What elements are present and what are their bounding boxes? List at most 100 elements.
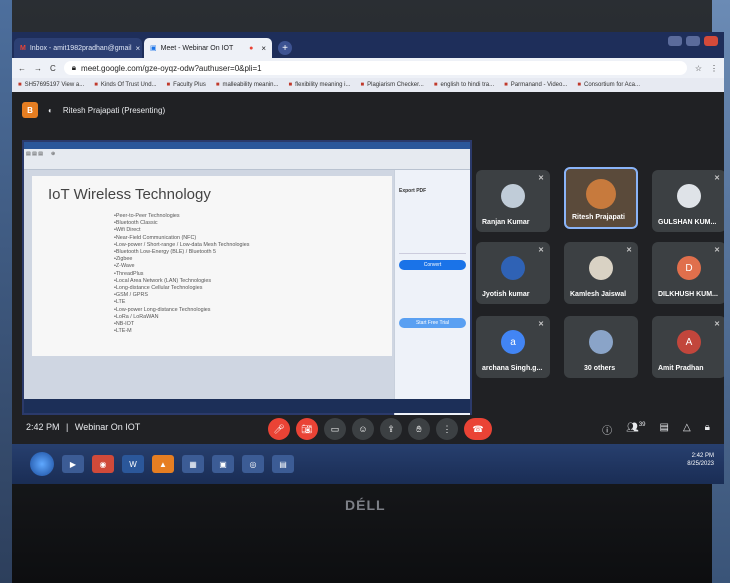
dell-logo: DÉLL <box>345 497 386 513</box>
participant-name: Jyotish kumar <box>482 291 530 298</box>
close-tab-icon[interactable]: × <box>136 44 141 53</box>
emoji-button[interactable]: ☺ <box>352 418 374 440</box>
presenting-icon: ◐ <box>48 105 53 115</box>
participant-tile[interactable]: ✕ Jyotish kumar <box>476 242 550 304</box>
bullet: •LTE-M <box>114 328 132 335</box>
clock-date: 8/25/2023 <box>687 461 714 467</box>
participant-name: Ranjan Kumar <box>482 219 530 226</box>
screen: M Inbox - amit1982pradhan@gmail × ▣ Meet… <box>12 32 724 484</box>
participant-tile[interactable]: ✕ D DILKHUSH KUM... <box>652 242 724 304</box>
captions-button[interactable]: ▭ <box>324 418 346 440</box>
participant-tile[interactable]: ✕ Ranjan Kumar <box>476 170 550 232</box>
bookmark-item[interactable]: Parmanand - Video... <box>504 82 568 88</box>
bullet: •Peer-to-Peer Technologies <box>114 213 180 219</box>
others-tile[interactable]: 30 others <box>564 316 638 378</box>
back-icon[interactable]: ← <box>18 64 26 73</box>
bookmark-item[interactable]: Consortium for Aca... <box>577 82 640 88</box>
lock-icon: 🔒︎ <box>71 63 77 72</box>
meet-icon: ▣ <box>150 45 157 52</box>
word-icon[interactable]: W <box>122 455 144 473</box>
new-tab-button[interactable]: + <box>278 41 292 55</box>
explorer-icon[interactable]: ▦ <box>182 455 204 473</box>
tab-inbox[interactable]: M Inbox - amit1982pradhan@gmail × <box>14 38 142 58</box>
tab-label: Meet - Webinar On IOT <box>160 44 234 52</box>
close-tab-icon[interactable]: × <box>261 44 266 53</box>
convert-button[interactable]: Convert <box>399 260 466 270</box>
bullet: •ThreadPlus <box>114 270 144 277</box>
menu-icon[interactable]: ⋮ <box>710 64 718 73</box>
present-button[interactable]: ⇪ <box>380 418 402 440</box>
app-icon[interactable]: ▣ <box>212 455 234 473</box>
meeting-time: 2:42 PM <box>26 422 60 432</box>
minimize-button[interactable] <box>668 36 682 46</box>
more-options-button[interactable]: ⋮ <box>436 418 458 440</box>
activities-icon[interactable]: △ <box>683 422 691 437</box>
participant-name: archana Singh.g... <box>482 365 543 372</box>
people-icon[interactable]: 👥︎39 <box>626 422 645 437</box>
info-icon[interactable]: ⓘ <box>602 422 612 437</box>
bullet: •Low-power / Short-range / Low-data Mesh… <box>114 241 250 248</box>
start-trial-button[interactable]: Start Free Trial <box>399 318 466 328</box>
windows-taskbar: ▶ ◉ W ▲ ▦ ▣ ◎ ▤ 2:42 PM 8/25/2023 <box>12 444 724 484</box>
avatar <box>501 256 525 280</box>
mic-off-icon: ✕ <box>538 175 544 182</box>
right-controls: ⓘ 👥︎39 ▤ △ 🔒︎ <box>602 422 710 437</box>
gmail-icon: M <box>20 44 26 52</box>
chat-icon[interactable]: ▤ <box>660 422 669 437</box>
participant-tile[interactable]: ✕ GULSHAN KUM... <box>652 170 724 232</box>
recording-dot-icon: ● <box>249 44 254 52</box>
others-count: 30 others <box>584 365 616 372</box>
participant-name: GULSHAN KUM... <box>658 219 717 226</box>
bookmark-item[interactable]: SH57695197 View a... <box>18 82 85 88</box>
people-count: 39 <box>638 422 646 428</box>
meeting-logo: B <box>22 102 38 118</box>
bookmark-item[interactable]: Faculty Plus <box>167 82 206 88</box>
url-text: meet.google.com/gze-oyqz-odw?authuser=0&… <box>81 63 262 73</box>
mic-toggle-button[interactable]: 🎤︎ <box>268 418 290 440</box>
end-call-button[interactable]: ☎︎ <box>464 418 492 440</box>
bullet: •Bluetooth Classic <box>114 220 158 227</box>
host-controls-icon[interactable]: 🔒︎ <box>705 422 710 437</box>
slide-title: IoT Wireless Technology <box>48 186 211 203</box>
bookmark-item[interactable]: Plagiarism Checker... <box>361 82 424 88</box>
app-icon[interactable]: ◎ <box>242 455 264 473</box>
participant-tile[interactable]: ✕ Kamlesh Jaiswal <box>564 242 638 304</box>
camera-toggle-button[interactable]: 📷︎ <box>296 418 318 440</box>
mic-off-icon: ✕ <box>538 247 544 254</box>
participant-tile-active[interactable]: Ritesh Prajapati <box>564 167 638 229</box>
close-window-button[interactable] <box>704 36 718 46</box>
address-bar: ← → C 🔒︎ meet.google.com/gze-oyqz-odw?au… <box>12 58 724 78</box>
participant-tile[interactable]: ✕ a archana Singh.g... <box>476 316 550 378</box>
bullet: •Bluetooth Low-Energy (BLE) / Bluetooth … <box>114 249 216 256</box>
vlc-icon[interactable]: ▲ <box>152 455 174 473</box>
tab-bar: M Inbox - amit1982pradhan@gmail × ▣ Meet… <box>12 32 724 58</box>
maximize-button[interactable] <box>686 36 700 46</box>
slide: IoT Wireless Technology •Peer-to-Peer Te… <box>32 176 392 356</box>
presenter-label: Ritesh Prajapati (Presenting) <box>62 105 166 115</box>
bullet: •GSM / GPRS <box>114 292 148 299</box>
bookmark-item[interactable]: english to hindi tra... <box>434 82 494 88</box>
tab-meet[interactable]: ▣ Meet - Webinar On IOT ● × <box>144 38 272 58</box>
meeting-name: Webinar On IOT <box>74 422 141 432</box>
bullet: •Long-distance Cellular Technologies <box>114 285 203 292</box>
ppt-tab: ▤ ▤ ▤ <box>26 151 43 157</box>
start-button[interactable] <box>30 452 54 476</box>
url-field[interactable]: 🔒︎ meet.google.com/gze-oyqz-odw?authuser… <box>63 61 687 75</box>
bookmark-item[interactable]: malleability meanin... <box>216 82 278 88</box>
raise-hand-button[interactable]: ✋︎ <box>408 418 430 440</box>
avatar-initial: D <box>677 256 701 280</box>
system-clock[interactable]: 2:42 PM 8/25/2023 <box>687 452 714 468</box>
media-player-icon[interactable]: ▶ <box>62 455 84 473</box>
bookmark-item[interactable]: Kinds Of Trust Und... <box>94 82 157 88</box>
reload-icon[interactable]: C <box>50 64 56 73</box>
participant-tile[interactable]: ✕ A Amit Pradhan <box>652 316 724 378</box>
star-icon[interactable]: ☆ <box>695 64 702 73</box>
bookmark-item[interactable]: flexibility meaning i... <box>289 82 350 88</box>
avatar-initial: a <box>501 330 525 354</box>
shared-screen[interactable]: ▤ ▤ ▤ ⊕ IoT Wireless Technology •Peer-to-… <box>22 140 472 415</box>
chrome-icon[interactable]: ◉ <box>92 455 114 473</box>
bullet: •Wifi Direct <box>114 227 141 234</box>
forward-icon[interactable]: → <box>34 64 42 73</box>
app-icon[interactable]: ▤ <box>272 455 294 473</box>
bookmarks-bar: SH57695197 View a... Kinds Of Trust Und.… <box>12 78 724 92</box>
